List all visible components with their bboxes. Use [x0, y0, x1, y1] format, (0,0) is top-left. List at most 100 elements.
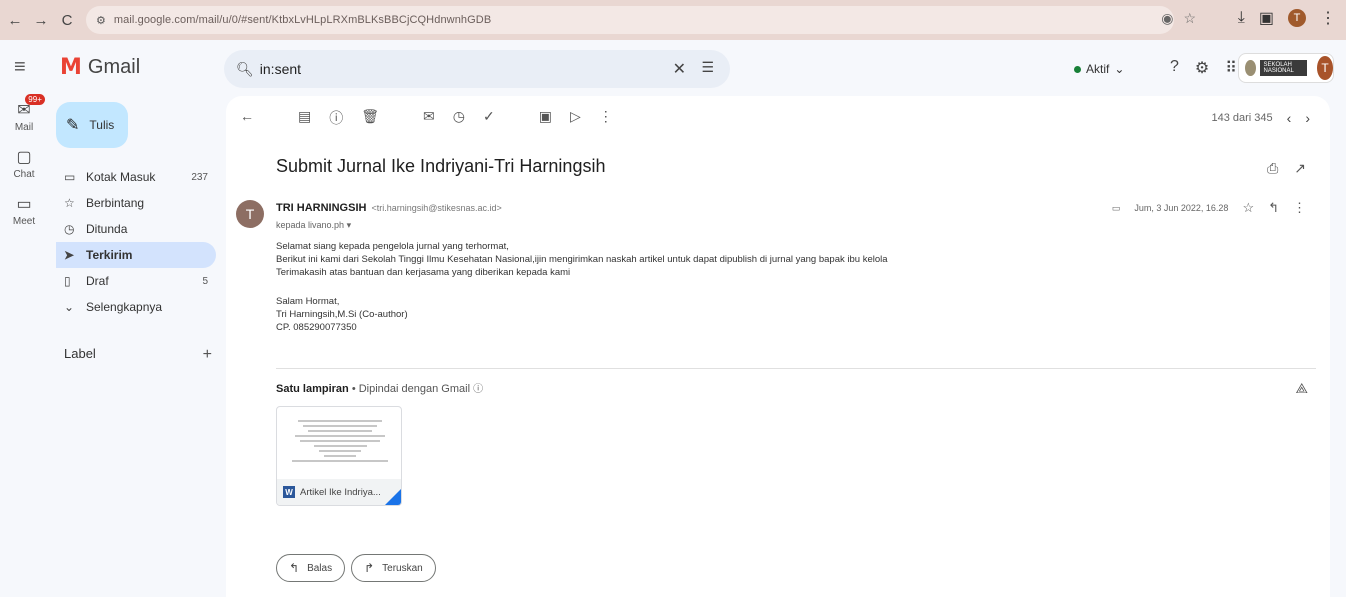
reply-button[interactable]: ↰ Balas [276, 554, 346, 582]
previous-icon[interactable]: ‹ [1287, 110, 1292, 126]
rail-label: Meet [12, 216, 36, 227]
avatar[interactable]: T [1317, 56, 1333, 80]
clock-icon: ◷ [64, 222, 75, 236]
compose-label: Tulis [89, 118, 115, 132]
sidebar-item-sent[interactable]: ➤ Terkirim [56, 242, 216, 268]
word-file-icon: W [283, 486, 295, 498]
message-body: Selamat siang kepada pengelola jurnal ya… [276, 240, 888, 334]
move-to-icon[interactable]: ▣ [539, 108, 552, 128]
download-icon[interactable]: ⤓ [1238, 9, 1245, 27]
browser-profile-avatar[interactable]: T [1288, 9, 1306, 27]
print-icon[interactable]: ⎙ [1267, 160, 1278, 177]
add-to-drive-icon[interactable]: ⟁ [1296, 380, 1309, 397]
add-task-icon[interactable]: ✓ [483, 108, 495, 128]
apps-grid-icon[interactable]: ⠿ [1225, 58, 1237, 78]
sender-avatar: T [236, 200, 264, 228]
labels-section: Label + [64, 346, 212, 364]
forward-button[interactable]: ↱ Teruskan [351, 554, 436, 582]
sender-name[interactable]: TRI HARNINGSIH [276, 202, 366, 214]
sidebar-item-snoozed[interactable]: ◷ Ditunda [56, 216, 216, 242]
site-settings-icon[interactable]: ⚙ [96, 14, 106, 27]
rail-item-meet[interactable]: ▭ Meet [0, 194, 48, 227]
rail-item-mail[interactable]: ✉ 99+ Mail [0, 94, 48, 133]
compose-button[interactable]: ✎ Tulis [56, 102, 128, 148]
mark-unread-icon[interactable]: ✉ [423, 108, 435, 128]
snooze-icon[interactable]: ◷ [453, 108, 465, 128]
rail-label: Chat [13, 169, 35, 180]
attachment-preview [287, 417, 393, 477]
search-input[interactable]: in:sent [260, 61, 301, 77]
pencil-icon: ✎ [66, 117, 80, 134]
unread-count: 237 [191, 171, 208, 183]
body-line: Berikut ini kami dari Sekolah Tinggi Ilm… [276, 254, 888, 265]
app-rail: ✉ 99+ Mail ▢ Chat ▭ Meet [0, 94, 48, 241]
file-corner-icon [385, 489, 401, 505]
organization-seal-icon [1245, 60, 1256, 76]
attachment-indicator-icon: ▭ [1111, 202, 1121, 213]
draft-icon: ▯ [64, 274, 71, 288]
sidebar-item-label: Selengkapnya [86, 300, 163, 314]
attachment-footer: W Artikel Ike Indriya... [277, 479, 401, 505]
help-icon[interactable]: ? [1170, 58, 1179, 78]
sidebar-nav: ▭ Kotak Masuk 237 ☆ Berbintang ◷ Ditunda… [56, 164, 216, 320]
reply-icon[interactable]: ↰ [1268, 200, 1279, 216]
more-options-icon[interactable]: ⋮ [599, 108, 613, 128]
open-new-window-icon[interactable]: ↗ [1294, 160, 1306, 177]
rail-item-chat[interactable]: ▢ Chat [0, 147, 48, 180]
attachment-heading: Satu lampiran [276, 383, 349, 395]
browser-menu-icon[interactable]: ⋮ [1320, 8, 1336, 28]
recipient-details[interactable]: kepada livano.ph ▾ [276, 220, 351, 231]
search-bar[interactable]: 🔍︎ in:sent ✕ ☰ [224, 50, 730, 88]
back-icon[interactable]: ← [4, 12, 26, 29]
attachment-name: Artikel Ike Indriya... [300, 486, 381, 498]
sidebar-item-label: Kotak Masuk [86, 170, 156, 184]
search-icon[interactable]: 🔍︎ [236, 61, 254, 78]
recipient-text: kepada livano.ph [276, 220, 345, 230]
back-arrow-icon[interactable]: ← [240, 108, 254, 128]
signature-line: Salam Hormat, [276, 296, 340, 307]
page-counter: 143 dari 345 [1211, 112, 1273, 124]
report-spam-icon[interactable]: ⓘ [329, 108, 343, 128]
sidebar-item-starred[interactable]: ☆ Berbintang [56, 190, 216, 216]
attachment-card[interactable]: W Artikel Ike Indriya... [276, 406, 402, 506]
close-icon[interactable]: ✕ [673, 59, 686, 79]
settings-icon[interactable]: ⚙ [1195, 58, 1209, 78]
delete-icon[interactable]: 🗑︎ [361, 108, 379, 128]
sidebar-item-label: Berbintang [86, 196, 145, 210]
main-menu-icon[interactable]: ≡ [14, 56, 26, 79]
panel-icon[interactable]: ▣ [1259, 8, 1274, 28]
forward-icon[interactable]: → [30, 12, 52, 29]
mail-icon: ✉ 99+ [17, 94, 45, 120]
chevron-down-icon: ▾ [346, 220, 352, 230]
star-icon[interactable]: ☆ [1242, 200, 1254, 216]
reload-icon[interactable]: C [56, 12, 78, 29]
message-date: Jum, 3 Jun 2022, 16.28 [1134, 203, 1229, 213]
search-options-icon[interactable]: ☰ [701, 59, 714, 76]
more-icon[interactable]: ⋮ [1293, 200, 1306, 216]
sender-email: <tri.harningsih@stikesnas.ac.id> [371, 203, 502, 213]
attachment-header: Satu lampiran • Dipindai dengan Gmail ⓘ [276, 383, 484, 395]
label-icon[interactable]: ▷ [570, 108, 581, 128]
status-dot [1074, 65, 1081, 73]
sidebar-item-label: Terkirim [86, 248, 133, 262]
add-label-icon[interactable]: + [203, 346, 212, 364]
address-bar[interactable]: ⚙ mail.google.com/mail/u/0/#sent/KtbxLvH… [86, 6, 1174, 34]
organization-logo: SEKOLAH NASIONAL [1259, 60, 1308, 76]
send-icon: ➤ [64, 248, 75, 262]
status-selector[interactable]: Aktif ⌄ [1064, 56, 1134, 82]
bookmark-star-icon[interactable]: ☆ [1183, 10, 1196, 27]
chevron-down-icon: ⌄ [64, 300, 75, 314]
unread-badge: 99+ [25, 94, 45, 105]
sidebar-item-drafts[interactable]: ▯ Draf 5 [56, 268, 216, 294]
eye-icon[interactable]: ◉ [1161, 10, 1173, 27]
archive-icon[interactable]: ▤ [298, 108, 311, 128]
sidebar-item-label: Draf [86, 274, 109, 288]
sidebar-item-inbox[interactable]: ▭ Kotak Masuk 237 [56, 164, 216, 190]
url-text: mail.google.com/mail/u/0/#sent/KtbxLvHLp… [113, 14, 492, 26]
forward-icon: ↱ [364, 561, 375, 575]
sidebar-item-more[interactable]: ⌄ Selengkapnya [56, 294, 216, 320]
gmail-logo[interactable]: M Gmail [60, 55, 140, 80]
info-icon[interactable]: ⓘ [473, 384, 483, 395]
next-icon[interactable]: › [1305, 110, 1310, 126]
account-switcher[interactable]: SEKOLAH NASIONAL T [1238, 53, 1334, 83]
